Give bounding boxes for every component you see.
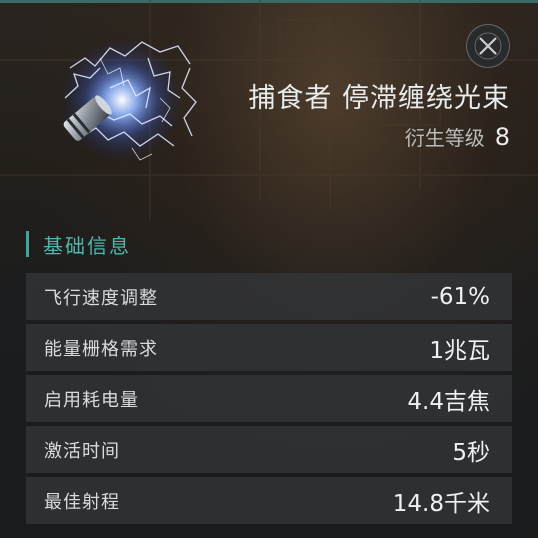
meta-level-label: 衍生等级 xyxy=(404,126,485,150)
attribute-value: 4.4吉焦 xyxy=(407,388,490,415)
stasis-webifier-icon xyxy=(50,28,210,178)
attribute-name: 最佳射程 xyxy=(44,491,120,513)
attribute-name: 飞行速度调整 xyxy=(44,287,158,309)
close-button[interactable] xyxy=(466,24,510,68)
attribute-value: 14.8千米 xyxy=(392,490,490,517)
meta-level-row: 衍生等级 8 xyxy=(405,122,510,151)
attribute-name: 能量栅格需求 xyxy=(44,338,158,360)
attribute-value: 5秒 xyxy=(452,439,490,466)
attribute-row: 能量栅格需求 1兆瓦 xyxy=(26,324,512,371)
attribute-row: 飞行速度调整 -61% xyxy=(26,273,512,320)
attribute-name: 激活时间 xyxy=(44,440,120,462)
attribute-row: 激活时间 5秒 xyxy=(26,426,512,473)
section-header: 基础信息 xyxy=(26,230,131,258)
section-title: 基础信息 xyxy=(43,233,131,258)
attribute-row: 最佳射程 14.8千米 xyxy=(26,477,512,524)
item-info-panel: 捕食者 停滞缠绕光束 衍生等级 8 基础信息 飞行速度调整 -61% 能量栅格需… xyxy=(0,0,538,538)
attribute-name: 启用耗电量 xyxy=(44,389,139,411)
attribute-list: 飞行速度调整 -61% 能量栅格需求 1兆瓦 启用耗电量 4.4吉焦 激活时间 … xyxy=(26,273,512,528)
section-accent-bar xyxy=(26,231,29,257)
attribute-value: 1兆瓦 xyxy=(429,337,490,364)
attribute-row: 启用耗电量 4.4吉焦 xyxy=(26,375,512,422)
attribute-value: -61% xyxy=(430,283,490,310)
meta-level-value: 8 xyxy=(494,123,510,151)
close-x-icon xyxy=(474,32,502,60)
item-name: 捕食者 停滞缠绕光束 xyxy=(248,83,510,114)
